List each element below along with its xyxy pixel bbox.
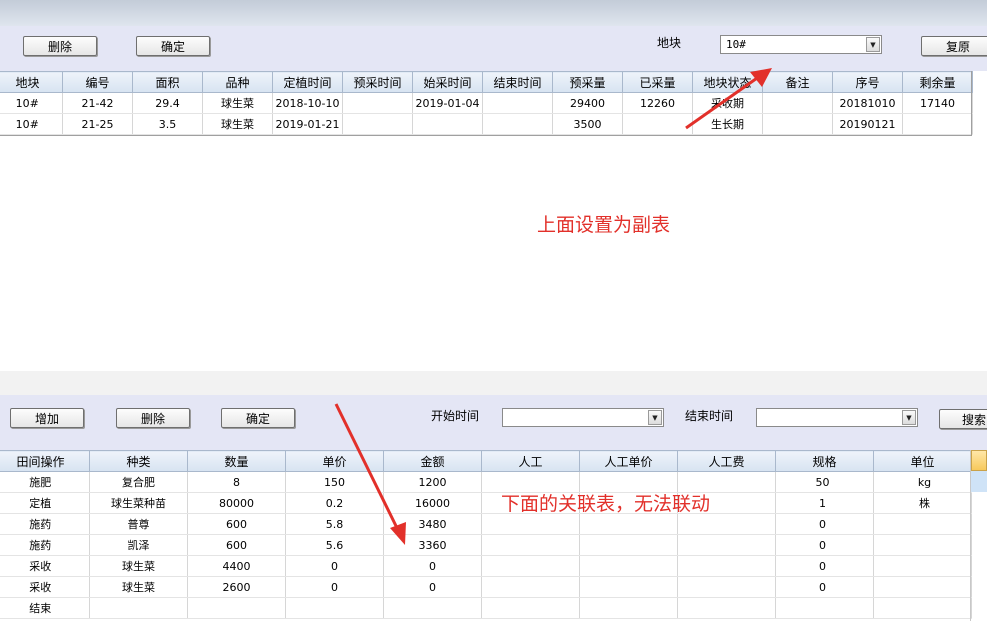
arrow-to-plot-select-icon bbox=[685, 68, 772, 130]
annotation-arrows bbox=[334, 68, 772, 545]
arrow-to-lower-table-icon bbox=[334, 403, 406, 545]
